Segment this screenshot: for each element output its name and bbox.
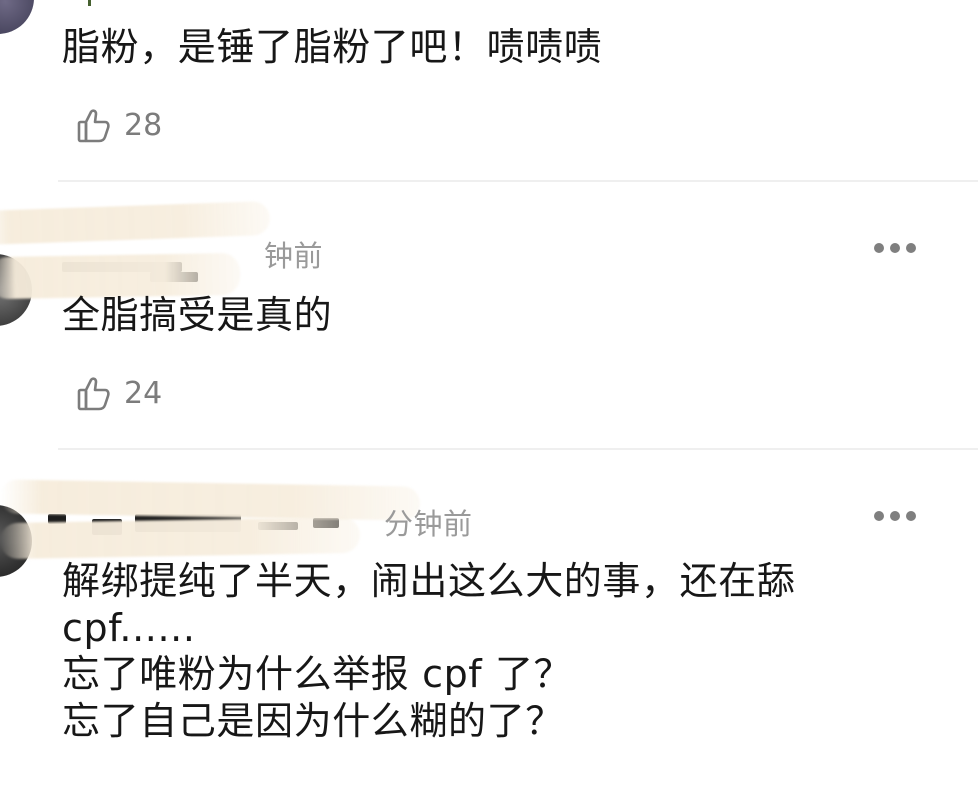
more-dot [874, 511, 884, 521]
plant-icon [88, 0, 91, 6]
like-button[interactable]: 24 [74, 372, 162, 414]
thumbs-up-icon [77, 377, 110, 411]
more-options-button[interactable] [874, 511, 916, 523]
like-count: 28 [124, 107, 163, 143]
more-options-button[interactable] [874, 243, 916, 255]
like-count: 24 [124, 375, 163, 411]
comment-text: 解绑提纯了半天，闹出这么大的事，还在舔 cpf...... 忘了唯粉为什么举报 … [62, 559, 796, 744]
username-redaction [0, 479, 421, 521]
like-button[interactable]: 28 [74, 104, 162, 146]
comment-text: 全脂搞受是真的 [62, 293, 333, 337]
timestamp: 分钟前 [384, 507, 473, 541]
username-redaction [0, 516, 361, 560]
username-redaction [0, 200, 271, 246]
divider [58, 448, 978, 450]
avatar[interactable] [0, 0, 34, 34]
more-dot [874, 243, 884, 253]
more-dot [906, 511, 916, 521]
timestamp: 钟前 [264, 239, 324, 273]
more-dot [890, 243, 900, 253]
more-dot [890, 511, 900, 521]
more-dot [906, 243, 916, 253]
thumbs-up-icon [77, 109, 110, 143]
divider [58, 180, 978, 182]
comment-text: 脂粉，是锤了脂粉了吧！啧啧啧 [62, 25, 603, 69]
